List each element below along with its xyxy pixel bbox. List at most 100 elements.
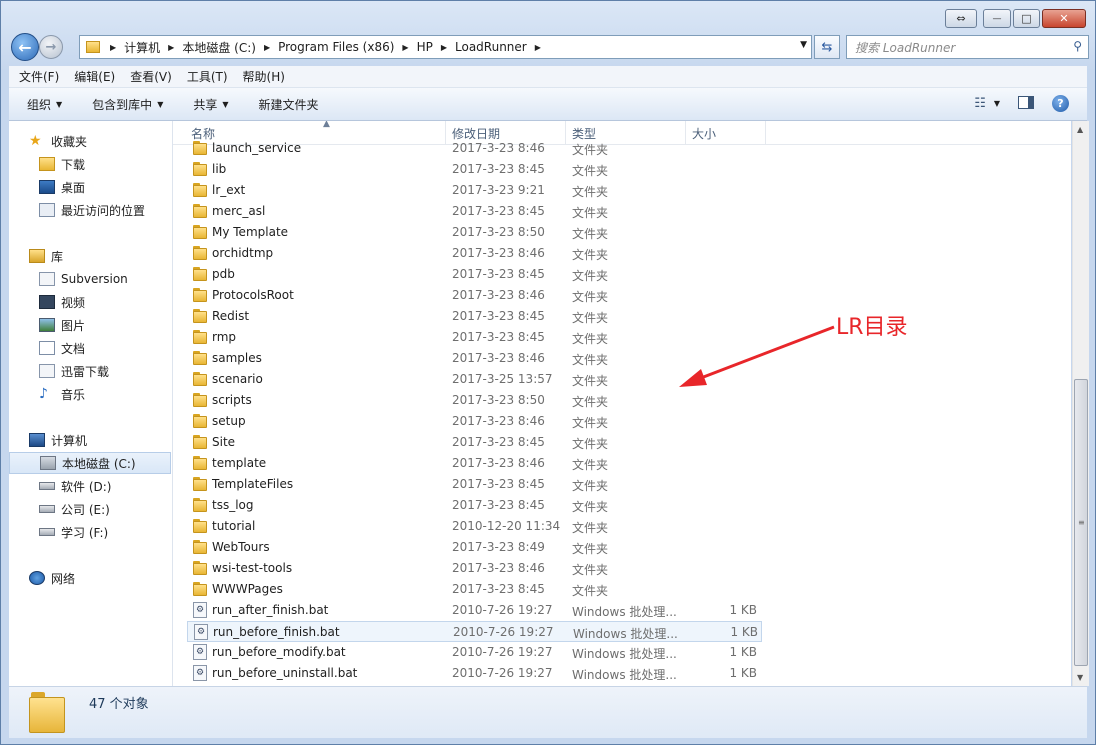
chevron-down-icon: ▼ (993, 99, 1000, 108)
crumb-computer[interactable]: 计算机 (124, 39, 160, 56)
sidebar-network[interactable]: 网络 (9, 567, 171, 589)
crumb-drive-c[interactable]: 本地磁盘 (C:) (182, 39, 256, 56)
sidebar-item-drive-f[interactable]: 学习 (F:) (9, 521, 171, 543)
sidebar-item-downloads[interactable]: 下载 (9, 153, 171, 175)
crumb-program-files[interactable]: Program Files (x86) (278, 40, 394, 54)
file-type: 文件夹 (572, 584, 609, 598)
menu-file[interactable]: 文件(F) (19, 68, 59, 85)
file-date: 2017-3-23 8:45 (452, 309, 545, 323)
sidebar-libraries[interactable]: 库 (9, 245, 171, 267)
table-row[interactable]: orchidtmp 2017-3-23 8:46 文件夹 (187, 243, 762, 264)
folder-icon (193, 519, 207, 533)
chevron-down-icon: ▼ (157, 99, 164, 109)
back-button[interactable]: ← (11, 33, 39, 61)
table-row[interactable]: setup 2017-3-23 8:46 文件夹 (187, 411, 762, 432)
organize-button[interactable]: 组织 ▼ (27, 96, 62, 113)
scroll-up-icon[interactable]: ▲ (1077, 125, 1083, 134)
table-row[interactable]: tutorial 2010-12-20 11:34 文件夹 (187, 516, 762, 537)
sidebar-favorites[interactable]: ★ 收藏夹 (9, 130, 171, 152)
sidebar-label: 文档 (61, 341, 86, 356)
table-row[interactable]: merc_asl 2017-3-23 8:45 文件夹 (187, 201, 762, 222)
crumb-separator-icon[interactable]: ▶ (264, 43, 270, 52)
forward-button[interactable]: → (39, 35, 63, 59)
menu-edit[interactable]: 编辑(E) (74, 68, 115, 85)
file-name: tss_log (212, 498, 254, 512)
file-date: 2017-3-23 9:21 (452, 183, 545, 197)
sidebar-item-recent[interactable]: 最近访问的位置 (9, 199, 171, 221)
sidebar-item-music[interactable]: ♪ 音乐 (9, 383, 171, 405)
file-name: merc_asl (212, 204, 266, 218)
restore-window-button[interactable]: ⇔ (945, 9, 977, 28)
close-icon: ✕ (1059, 12, 1069, 25)
sidebar-item-subversion[interactable]: Subversion (9, 268, 171, 290)
crumb-separator-icon[interactable]: ▶ (110, 43, 116, 52)
view-options-button[interactable]: ☷ ▼ (974, 96, 1000, 111)
file-name: template (212, 456, 267, 470)
help-button[interactable]: ? (1052, 95, 1069, 112)
table-row[interactable]: template 2017-3-23 8:46 文件夹 (187, 453, 762, 474)
file-name: My Template (212, 225, 289, 239)
music-icon: ♪ (39, 386, 48, 402)
sidebar-item-drive-c[interactable]: 本地磁盘 (C:) (9, 452, 171, 474)
new-folder-button[interactable]: 新建文件夹 (259, 96, 319, 113)
crumb-hp[interactable]: HP (417, 40, 433, 54)
forward-arrow-icon: → (45, 39, 57, 55)
table-row[interactable]: ⚙ run_before_modify.bat 2010-7-26 19:27 Win… (187, 642, 762, 663)
refresh-button[interactable]: ⇆ (814, 35, 840, 59)
preview-pane-button[interactable] (1018, 95, 1034, 112)
sidebar-item-thunder-downloads[interactable]: 迅雷下载 (9, 360, 171, 382)
sidebar-item-desktop[interactable]: 桌面 (9, 176, 171, 198)
table-row[interactable]: Site 2017-3-23 8:45 文件夹 (187, 432, 762, 453)
include-library-button[interactable]: 包含到库中 ▼ (92, 96, 163, 113)
table-row[interactable]: ⚙ run_after_finish.bat 2010-7-26 19:27 Wind… (187, 600, 762, 621)
sidebar-item-documents[interactable]: 文档 (9, 337, 171, 359)
search-icon[interactable]: ⚲ (1073, 39, 1082, 53)
share-button[interactable]: 共享 ▼ (193, 96, 228, 113)
crumb-separator-icon[interactable]: ▶ (402, 43, 408, 52)
table-row[interactable]: lr_ext 2017-3-23 9:21 文件夹 (187, 180, 762, 201)
table-row[interactable]: wsi-test-tools 2017-3-23 8:46 文件夹 (187, 558, 762, 579)
address-dropdown-icon[interactable]: ▼ (800, 40, 807, 50)
scroll-down-icon[interactable]: ▼ (1077, 673, 1083, 682)
scrollbar-thumb[interactable]: ≡ (1074, 379, 1088, 666)
table-row[interactable]: ⚙ run_before_finish.bat 2010-7-26 19:27 Win… (187, 621, 762, 642)
menu-tools[interactable]: 工具(T) (187, 68, 228, 85)
search-input[interactable]: 搜索 LoadRunner ⚲ (846, 35, 1089, 59)
crumb-separator-icon[interactable]: ▶ (168, 43, 174, 52)
sidebar-computer[interactable]: 计算机 (9, 429, 171, 451)
sidebar-item-pictures[interactable]: 图片 (9, 314, 171, 336)
sidebar-item-videos[interactable]: 视频 (9, 291, 171, 313)
table-row[interactable]: launch_service 2017-3-23 8:46 文件夹 (187, 138, 762, 159)
minimize-button[interactable]: — (983, 9, 1011, 28)
sidebar-item-drive-d[interactable]: 软件 (D:) (9, 475, 171, 497)
crumb-loadrunner[interactable]: LoadRunner (455, 40, 527, 54)
file-type: 文件夹 (572, 164, 609, 178)
folder-icon (193, 540, 207, 554)
close-button[interactable]: ✕ (1042, 9, 1086, 28)
vertical-scrollbar[interactable]: ▲ ≡ ▼ (1072, 121, 1089, 686)
table-row[interactable]: My Template 2017-3-23 8:50 文件夹 (187, 222, 762, 243)
table-row[interactable]: WebTours 2017-3-23 8:49 文件夹 (187, 537, 762, 558)
sidebar-item-drive-e[interactable]: 公司 (E:) (9, 498, 171, 520)
file-type: 文件夹 (572, 206, 609, 220)
folder-icon (193, 183, 207, 197)
command-bar-right: ☷ ▼ ? (956, 95, 1069, 112)
menu-view[interactable]: 查看(V) (130, 68, 172, 85)
document-library-icon (39, 364, 55, 378)
crumb-separator-icon[interactable]: ▶ (535, 43, 541, 52)
crumb-separator-icon[interactable]: ▶ (441, 43, 447, 52)
menu-help[interactable]: 帮助(H) (243, 68, 285, 85)
table-row[interactable]: ⚙ run_before_uninstall.bat 2010-7-26 19:27… (187, 663, 762, 684)
table-row[interactable]: ProtocolsRoot 2017-3-23 8:46 文件夹 (187, 285, 762, 306)
table-row[interactable]: tss_log 2017-3-23 8:45 文件夹 (187, 495, 762, 516)
file-name: pdb (212, 267, 235, 281)
table-row[interactable]: pdb 2017-3-23 8:45 文件夹 (187, 264, 762, 285)
share-label: 共享 (193, 97, 218, 112)
address-bar[interactable]: ▶ 计算机 ▶ 本地磁盘 (C:) ▶ Program Files (x86) ▶ H… (79, 35, 812, 59)
maximize-button[interactable]: □ (1013, 9, 1040, 28)
table-row[interactable]: WWWPages 2017-3-23 8:45 文件夹 (187, 579, 762, 600)
table-row[interactable]: lib 2017-3-23 8:45 文件夹 (187, 159, 762, 180)
recent-places-icon (39, 203, 55, 217)
file-type: 文件夹 (572, 332, 609, 346)
table-row[interactable]: TemplateFiles 2017-3-23 8:45 文件夹 (187, 474, 762, 495)
